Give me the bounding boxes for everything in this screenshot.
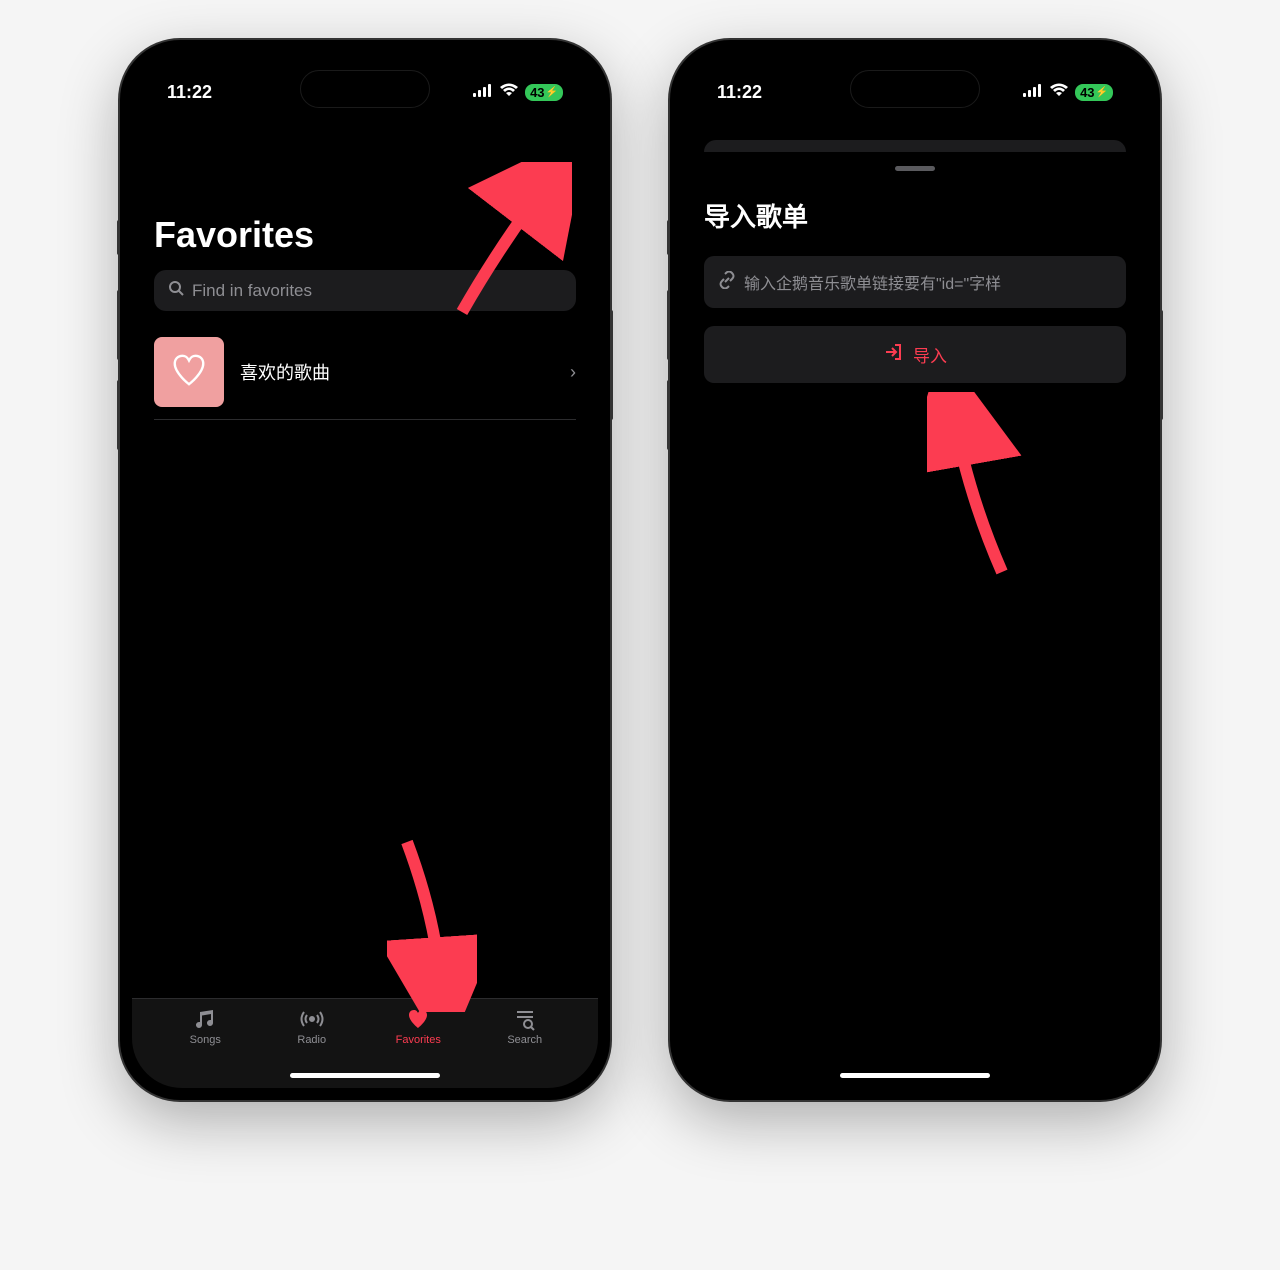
search-input[interactable]: Find in favorites [154,270,576,311]
sheet-grabber[interactable] [895,166,935,171]
tab-songs[interactable]: Songs [165,1007,245,1088]
phone-frame-left: 11:22 43⚡ + Favorites [120,40,610,1100]
charging-icon: ⚡ [546,87,558,98]
status-time: 11:22 [167,82,212,103]
sheet-back-card [704,140,1126,152]
battery-badge: 43⚡ [1075,84,1113,101]
home-indicator[interactable] [840,1073,990,1078]
annotation-arrow-tab [387,832,477,1012]
import-icon [883,342,903,367]
page-title: Favorites [154,214,576,256]
add-button[interactable]: + [555,162,571,194]
tab-songs-label: Songs [190,1034,221,1046]
tab-radio-label: Radio [297,1034,326,1046]
screen-import-sheet: 11:22 43⚡ 导入歌单 [682,52,1148,1088]
import-sheet: 导入歌单 输入企鹅音乐歌单链接要有"id="字样 导入 [682,152,1148,1088]
tab-favorites-label: Favorites [396,1034,441,1046]
home-indicator[interactable] [290,1073,440,1078]
wifi-icon [499,83,519,102]
status-icons: 43⚡ [473,83,563,102]
status-time: 11:22 [717,82,762,103]
dynamic-island [850,70,980,108]
tab-search[interactable]: Search [485,1007,565,1088]
wifi-icon [1049,83,1069,102]
battery-level: 43 [530,85,544,100]
tab-search-label: Search [507,1034,542,1046]
link-icon [718,271,736,294]
playlist-url-input[interactable]: 输入企鹅音乐歌单链接要有"id="字样 [704,256,1126,308]
charging-icon: ⚡ [1096,87,1108,98]
heart-playlist-icon [154,337,224,407]
screen-favorites: 11:22 43⚡ + Favorites [132,52,598,1088]
dynamic-island [300,70,430,108]
search-icon [168,280,184,301]
battery-badge: 43⚡ [525,84,563,101]
status-icons: 43⚡ [1023,83,1113,102]
favorites-content: + Favorites Find in favorites 喜欢的歌曲 › [132,112,598,420]
phone-frame-right: 11:22 43⚡ 导入歌单 [670,40,1160,1100]
input-placeholder: 输入企鹅音乐歌单链接要有"id="字样 [744,270,1001,294]
search-placeholder: Find in favorites [192,281,312,301]
list-item-label: 喜欢的歌曲 [240,359,554,385]
import-button[interactable]: 导入 [704,326,1126,383]
chevron-right-icon: › [570,362,576,383]
battery-level: 43 [1080,85,1094,100]
favorites-list-item[interactable]: 喜欢的歌曲 › [154,325,576,420]
signal-icon [473,83,493,102]
sheet-title: 导入歌单 [704,197,1126,234]
signal-icon [1023,83,1043,102]
import-button-label: 导入 [913,342,947,367]
